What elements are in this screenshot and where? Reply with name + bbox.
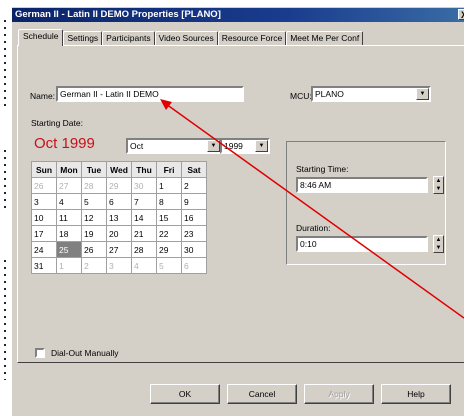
window-title: German II - Latin II DEMO Properties [PL… [15, 9, 221, 20]
close-button[interactable]: X [458, 9, 464, 20]
calendar-day[interactable]: 27 [106, 241, 132, 258]
mcu-select[interactable]: PLANO ▼ [311, 86, 431, 102]
title-bar[interactable]: German II - Latin II DEMO Properties [PL… [12, 8, 464, 22]
calendar-day[interactable]: 20 [106, 225, 132, 242]
calendar-week: 17 18 19 20 21 22 23 [31, 225, 207, 242]
calendar-week: 10 11 12 13 14 15 16 [31, 209, 207, 226]
calendar-day[interactable]: 14 [131, 209, 157, 226]
duration-spinner[interactable]: ▲ ▼ [433, 235, 444, 253]
calendar-header-mon: Mon [56, 161, 82, 178]
starting-time-label: Starting Time: [296, 164, 349, 174]
calendar-day[interactable]: 26 [31, 177, 57, 194]
cancel-button[interactable]: Cancel [227, 384, 297, 404]
calendar-week: 3 4 5 6 7 8 9 [31, 193, 207, 210]
calendar-day[interactable]: 17 [31, 225, 57, 242]
calendar-day[interactable]: 31 [31, 257, 57, 274]
calendar-header-sun: Sun [31, 161, 57, 178]
calendar-day[interactable]: 30 [181, 241, 207, 258]
calendar-day[interactable]: 2 [181, 177, 207, 194]
desktop-dots [4, 20, 6, 110]
tab-schedule[interactable]: Schedule [18, 29, 64, 46]
mcu-value: PLANO [315, 89, 344, 99]
calendar-day[interactable]: 15 [156, 209, 182, 226]
starting-date-label: Starting Date: [31, 118, 83, 128]
month-select[interactable]: Oct ▼ [126, 138, 222, 154]
calendar-day[interactable]: 28 [81, 177, 107, 194]
calendar-day[interactable]: 21 [131, 225, 157, 242]
starting-time-spinner[interactable]: ▲ ▼ [433, 176, 444, 194]
calendar-header-sat: Sat [181, 161, 207, 178]
calendar-day[interactable]: 16 [181, 209, 207, 226]
calendar-day[interactable]: 3 [31, 193, 57, 210]
current-month-heading: Oct 1999 [34, 135, 95, 152]
calendar-day[interactable]: 27 [56, 177, 82, 194]
calendar-day[interactable]: 5 [156, 257, 182, 274]
calendar-day[interactable]: 13 [106, 209, 132, 226]
calendar-day[interactable]: 6 [106, 193, 132, 210]
name-label: Name: [30, 91, 56, 101]
calendar-day[interactable]: 10 [31, 209, 57, 226]
calendar-day[interactable]: 18 [56, 225, 82, 242]
calendar-day[interactable]: 7 [131, 193, 157, 210]
desktop-dots [4, 260, 6, 380]
calendar-day[interactable]: 2 [81, 257, 107, 274]
tab-settings[interactable]: Settings [63, 31, 103, 46]
starting-time-input[interactable]: 8:46 AM [296, 177, 428, 193]
dial-out-label: Dial-Out Manually [51, 348, 119, 358]
calendar-day[interactable]: 22 [156, 225, 182, 242]
calendar-day[interactable]: 4 [56, 193, 82, 210]
mcu-label: MCU: [290, 91, 312, 101]
ok-button[interactable]: OK [150, 384, 220, 404]
calendar-week: 26 27 28 29 30 1 2 [31, 177, 207, 194]
year-value: 1999 [224, 141, 243, 151]
month-value: Oct [130, 141, 144, 151]
calendar-header-tue: Tue [81, 161, 107, 178]
help-button[interactable]: Help [381, 384, 451, 404]
calendar-header-fri: Fri [156, 161, 182, 178]
calendar-day[interactable]: 29 [156, 241, 182, 258]
calendar-day[interactable]: 4 [131, 257, 157, 274]
calendar-week: 24 25 26 27 28 29 30 [31, 241, 207, 258]
chevron-down-icon[interactable]: ▼ [416, 88, 429, 100]
chevron-down-icon[interactable]: ▼ [255, 140, 268, 152]
calendar-day[interactable]: 1 [156, 177, 182, 194]
name-input[interactable]: German II - Latin II DEMO [56, 86, 244, 102]
calendar-day[interactable]: 26 [81, 241, 107, 258]
calendar-day-selected[interactable]: 25 [56, 241, 82, 258]
calendar-day[interactable]: 8 [156, 193, 182, 210]
calendar-day[interactable]: 5 [81, 193, 107, 210]
calendar-day[interactable]: 24 [31, 241, 57, 258]
tab-strip: Schedule Settings Participants Video Sou… [18, 29, 364, 46]
calendar-day[interactable]: 12 [81, 209, 107, 226]
calendar-day[interactable]: 30 [131, 177, 157, 194]
calendar-day[interactable]: 6 [181, 257, 207, 274]
tab-meet-me-per-conf[interactable]: Meet Me Per Conf [286, 31, 364, 46]
calendar-day[interactable]: 23 [181, 225, 207, 242]
year-select[interactable]: 1999 ▼ [220, 138, 270, 154]
calendar-day[interactable]: 29 [106, 177, 132, 194]
duration-label: Duration: [296, 223, 331, 233]
properties-dialog: German II - Latin II DEMO Properties [PL… [11, 6, 464, 416]
calendar-day[interactable]: 11 [56, 209, 82, 226]
calendar-day[interactable]: 19 [81, 225, 107, 242]
calendar-header-wed: Wed [106, 161, 132, 178]
calendar-grid: Sun Mon Tue Wed Thu Fri Sat 26 27 28 29 … [31, 161, 207, 274]
tab-resource-force[interactable]: Resource Force [217, 31, 287, 46]
dial-out-checkbox[interactable] [35, 348, 45, 358]
calendar-day[interactable]: 9 [181, 193, 207, 210]
calendar-header-thu: Thu [131, 161, 157, 178]
calendar-day[interactable]: 1 [56, 257, 82, 274]
calendar-day[interactable]: 3 [106, 257, 132, 274]
calendar-week: 31 1 2 3 4 5 6 [31, 257, 207, 274]
calendar-day[interactable]: 28 [131, 241, 157, 258]
apply-button[interactable]: Apply [304, 384, 374, 404]
tab-participants[interactable]: Participants [102, 31, 155, 46]
desktop-dots [4, 150, 6, 210]
tab-video-sources[interactable]: Video Sources [154, 31, 218, 46]
duration-input[interactable]: 0:10 [296, 236, 428, 252]
chevron-down-icon[interactable]: ▼ [207, 140, 220, 152]
